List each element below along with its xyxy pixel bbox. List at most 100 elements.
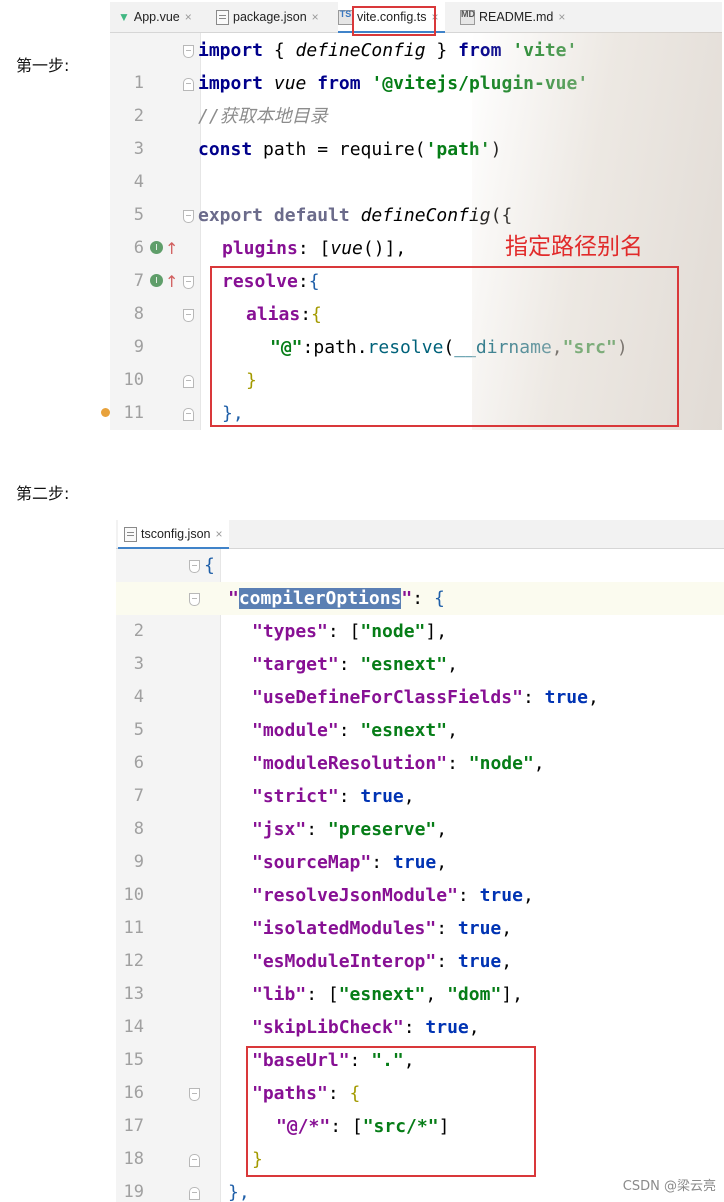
code-line[interactable]: 4 "target": "esnext", (116, 648, 724, 707)
implementation-icon[interactable]: I (150, 274, 163, 287)
md-file-icon: MD (460, 9, 475, 25)
code-line[interactable]: 12 }, (110, 397, 722, 430)
editor-vite-config[interactable]: ▼ App.vue × package.json × TS vite.confi… (110, 2, 722, 430)
code-text: "module": "esnext", (252, 720, 458, 741)
fold-marker-icon[interactable] (189, 1187, 200, 1200)
warning-dot-icon (101, 408, 110, 417)
code-text: "lib": ["esnext", "dom"], (252, 984, 523, 1005)
code-text: } (252, 1149, 263, 1170)
tab-vite-config-ts[interactable]: TS vite.config.ts × (338, 2, 445, 33)
code-text: "@/*": ["src/*"] (276, 1116, 450, 1137)
alias-annotation: 指定路径别名 (505, 234, 643, 260)
close-icon[interactable]: × (185, 10, 192, 24)
go-to-super-arrow-icon[interactable]: ↑ (165, 265, 178, 298)
fold-marker-icon[interactable] (183, 45, 194, 58)
fold-marker-icon[interactable] (183, 78, 194, 91)
ts-file-icon: TS (338, 9, 353, 25)
code-text: export default defineConfig({ (198, 205, 513, 226)
code-line[interactable]: 10 "@":path.resolve(__dirname,"src") (110, 331, 722, 390)
code-text: }, (222, 403, 244, 424)
tab-app-vue[interactable]: ▼ App.vue × (118, 2, 192, 32)
code-line[interactable]: 2 import vue from '@vitejs/plugin-vue' (110, 67, 722, 126)
tab-label: App.vue (133, 10, 180, 24)
editor-tsconfig[interactable]: tsconfig.json × 1 { 2 "compilerOptions":… (116, 520, 724, 1202)
code-text: "@":path.resolve(__dirname,"src") (270, 337, 628, 358)
code-text: import { defineConfig } from 'vite' (198, 40, 578, 61)
code-comment: //获取本地目录 (198, 106, 328, 127)
code-line[interactable]: 5 "useDefineForClassFields": true, (116, 681, 724, 740)
code-text: "target": "esnext", (252, 654, 458, 675)
code-text: import vue from '@vitejs/plugin-vue' (198, 73, 589, 94)
code-text: "sourceMap": true, (252, 852, 448, 873)
fold-marker-icon[interactable] (183, 210, 194, 223)
code-text: "jsx": "preserve", (252, 819, 448, 840)
code-line[interactable]: 17 "paths": { (116, 1077, 724, 1136)
code-line[interactable]: 9 alias:{ (110, 298, 722, 357)
vue-icon: ▼ (118, 10, 130, 24)
code-line[interactable]: 8 I ↑ resolve:{ (110, 265, 722, 324)
code-text: resolve:{ (222, 271, 320, 292)
code-text: "moduleResolution": "node", (252, 753, 545, 774)
code-text: "skipLibCheck": true, (252, 1017, 480, 1038)
code-line[interactable]: 12 "isolatedModules": true, (116, 912, 724, 971)
fold-marker-icon[interactable] (189, 560, 200, 573)
code-line[interactable]: 10 "sourceMap": true, (116, 846, 724, 905)
close-icon[interactable]: × (558, 10, 565, 24)
json-file-icon (124, 526, 137, 542)
tab-label: package.json (233, 10, 307, 24)
code-line[interactable]: 3 "types": ["node"], (116, 615, 724, 674)
code-line[interactable]: 5 (110, 166, 722, 225)
tab-tsconfig-json[interactable]: tsconfig.json × (118, 520, 229, 549)
code-line[interactable]: 11 } (110, 364, 722, 423)
code-text: "paths": { (252, 1083, 361, 1104)
editor-tab-bar: tsconfig.json × (116, 520, 724, 549)
tab-label: vite.config.ts (357, 10, 427, 24)
fold-marker-icon[interactable] (183, 276, 194, 289)
fold-marker-icon[interactable] (183, 408, 194, 421)
code-text: "esModuleInterop": true, (252, 951, 513, 972)
code-line[interactable]: 1 import { defineConfig } from 'vite' (110, 34, 722, 93)
close-icon[interactable]: × (312, 10, 319, 24)
code-line[interactable]: 11 "resolveJsonModule": true, (116, 879, 724, 938)
tab-readme-md[interactable]: MD README.md × (460, 2, 565, 32)
code-text: "baseUrl": ".", (252, 1050, 415, 1071)
tab-label: README.md (479, 10, 554, 24)
code-line[interactable]: 16 "baseUrl": ".", (116, 1044, 724, 1103)
csdn-watermark: CSDN @梁云亮 (622, 1179, 716, 1194)
code-text: { (204, 555, 215, 576)
code-line[interactable]: 9 "jsx": "preserve", (116, 813, 724, 872)
code-line[interactable]: 13 "esModuleInterop": true, (116, 945, 724, 1004)
code-line[interactable]: 3 //获取本地目录 (110, 100, 722, 159)
close-icon[interactable]: × (431, 10, 438, 24)
code-line[interactable]: 6 "module": "esnext", (116, 714, 724, 773)
code-line[interactable]: 15 "skipLibCheck": true, (116, 1011, 724, 1070)
fold-marker-icon[interactable] (183, 309, 194, 322)
fold-marker-icon[interactable] (189, 1088, 200, 1101)
code-text: "types": ["node"], (252, 621, 448, 642)
code-text: alias:{ (246, 304, 322, 325)
editor-tab-bar: ▼ App.vue × package.json × TS vite.confi… (110, 2, 722, 33)
code-line[interactable]: 14 "lib": ["esnext", "dom"], (116, 978, 724, 1037)
code-line[interactable]: 8 "strict": true, (116, 780, 724, 839)
code-line[interactable]: 1 { (116, 549, 724, 608)
tab-package-json[interactable]: package.json × (216, 2, 319, 32)
code-text: "strict": true, (252, 786, 415, 807)
code-text: }, (228, 1182, 250, 1202)
json-file-icon (216, 9, 229, 25)
code-line[interactable]: 19 } (116, 1143, 724, 1202)
code-text: "isolatedModules": true, (252, 918, 513, 939)
fold-marker-icon[interactable] (189, 1154, 200, 1167)
close-icon[interactable]: × (215, 527, 222, 541)
code-line[interactable]: 2 "compilerOptions": { (116, 582, 724, 641)
code-line[interactable]: 18 "@/*": ["src/*"] (116, 1110, 724, 1169)
code-text: "compilerOptions": { (228, 588, 445, 609)
code-text: } (246, 370, 257, 391)
code-text: const path = require('path') (198, 139, 502, 160)
code-line[interactable]: 7 "moduleResolution": "node", (116, 747, 724, 806)
implementation-icon[interactable]: I (150, 241, 163, 254)
go-to-super-arrow-icon[interactable]: ↑ (165, 232, 178, 265)
fold-marker-icon[interactable] (183, 375, 194, 388)
step-2-label: 第二步: (16, 484, 70, 503)
code-line[interactable]: 4 const path = require('path') (110, 133, 722, 192)
fold-marker-icon[interactable] (189, 593, 200, 606)
